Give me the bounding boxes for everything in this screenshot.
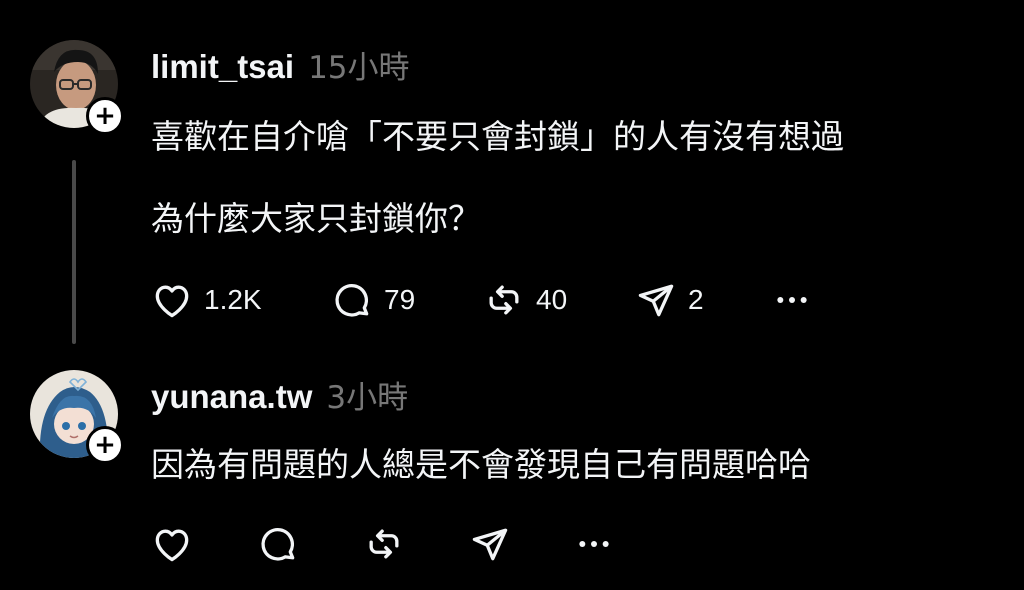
username[interactable]: yunana.tw (151, 378, 312, 416)
more-icon (579, 541, 609, 547)
repost-button[interactable] (362, 522, 468, 566)
action-bar (150, 522, 614, 566)
timestamp: 3小時 (326, 380, 409, 416)
share-button[interactable] (468, 522, 574, 566)
comment-icon (261, 527, 295, 561)
more-button[interactable] (574, 524, 614, 564)
post-text-line-1: 因為有問題的人總是不會發現自己有問題哈哈 (151, 445, 811, 484)
follow-button[interactable]: + (86, 426, 124, 464)
heart-icon (155, 529, 189, 562)
repost-icon (369, 529, 399, 559)
send-icon (472, 528, 508, 561)
post-header: yunana.tw 3小時 (151, 372, 408, 417)
like-button[interactable] (150, 522, 256, 566)
reply-button[interactable] (256, 522, 362, 566)
post-yunana-tw: + yunana.tw 3小時 因為有問題的人總是不會發現自己有問題哈哈 (0, 0, 1024, 590)
